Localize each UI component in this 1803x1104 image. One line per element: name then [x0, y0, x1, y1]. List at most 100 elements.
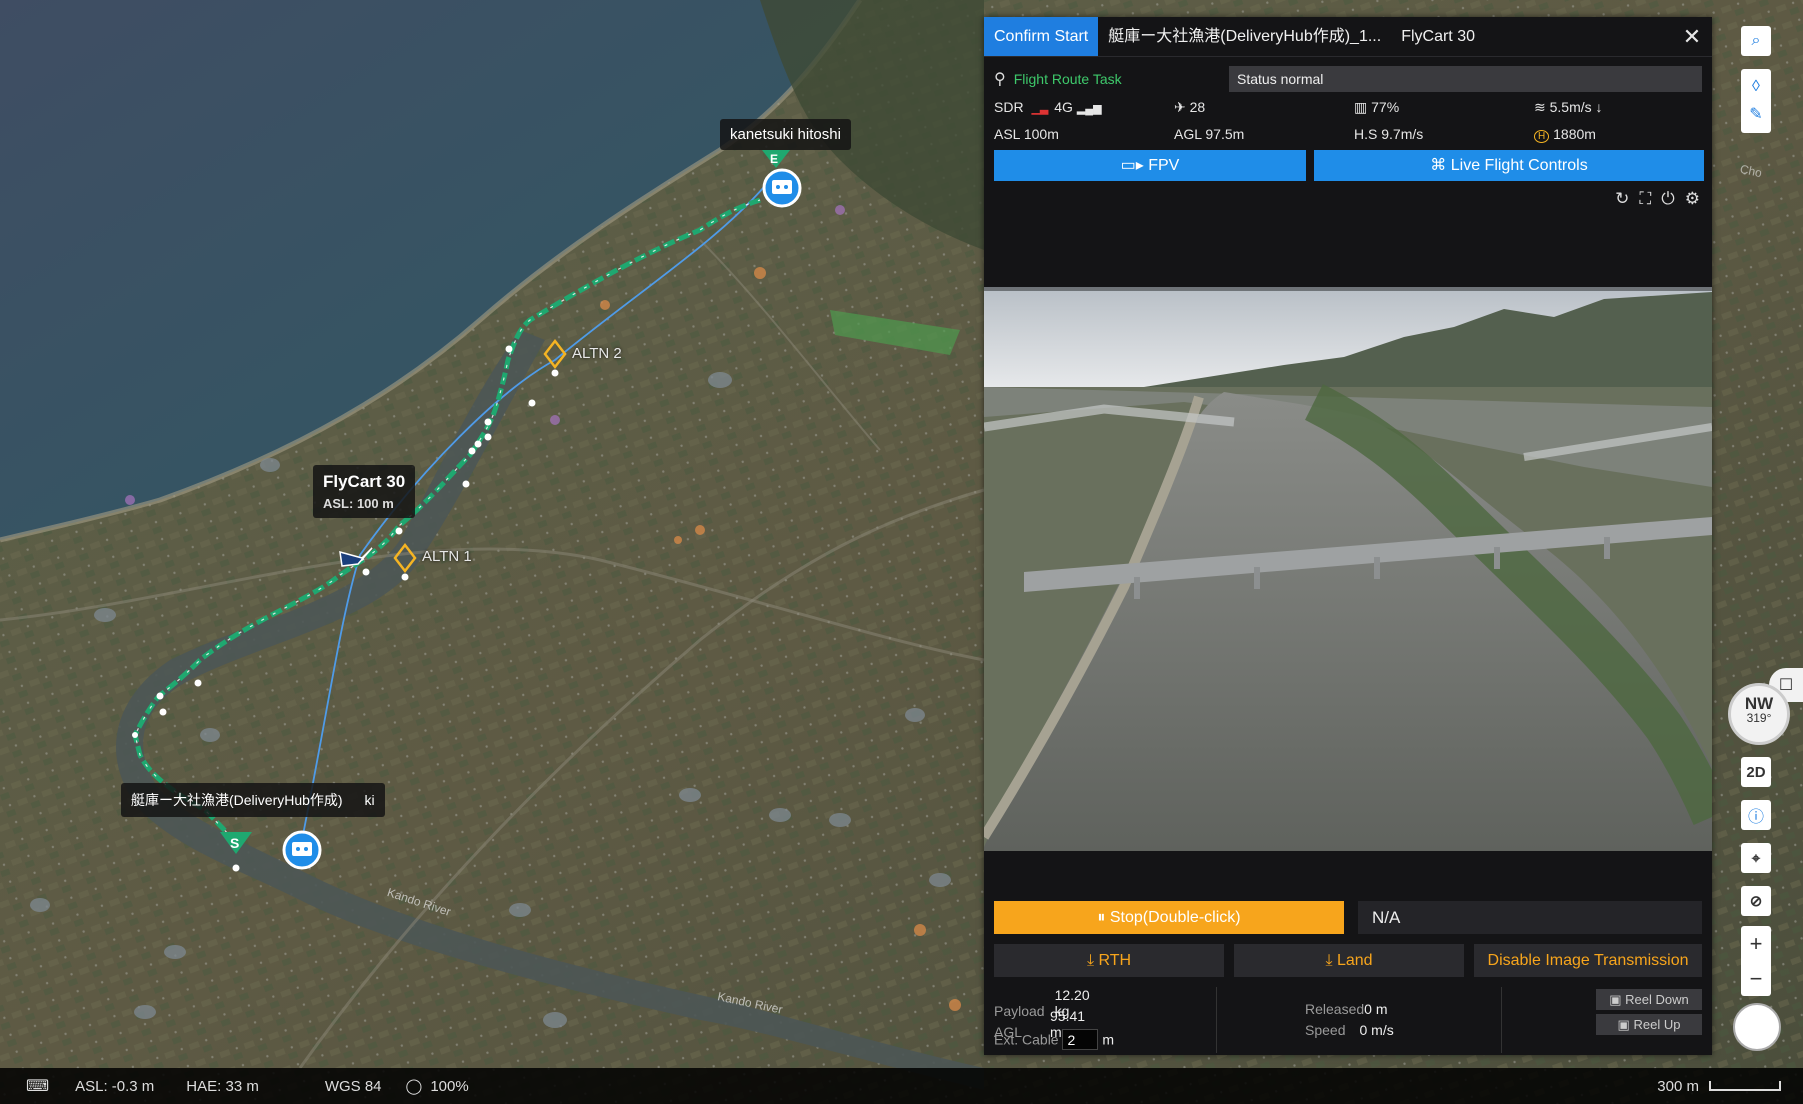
scale-label: 300 m: [1657, 1077, 1699, 1095]
status-badge: Status normal: [1229, 66, 1702, 92]
search-icon[interactable]: ⌕: [1741, 26, 1771, 56]
payload-info: Payload12.20 kg AGL95.41 m Ext. Cable m …: [994, 987, 1702, 1053]
satellite-icon: ✈: [1174, 99, 1186, 115]
vertical-speed-value: 5.5m/s: [1549, 99, 1592, 115]
ruler-icon[interactable]: ✎: [1749, 104, 1762, 124]
na-field: N/A: [1358, 901, 1702, 934]
compass-degrees: 319°: [1746, 711, 1772, 725]
hub-label-suffix: ki: [364, 792, 375, 808]
video-toolbar: ↻ ⛶ ⏻ ⚙: [984, 181, 1712, 281]
hub-label: 艇庫ー大社漁港(DeliveryHub作成) ki: [121, 783, 385, 817]
pilot-label: kanetsuki hitoshi: [720, 119, 851, 150]
annotation-tools: ◊ ✎: [1741, 69, 1771, 133]
live-flight-controls-button[interactable]: ⌘ Live Flight Controls: [1314, 150, 1704, 181]
stop-label: Stop(Double-click): [1109, 909, 1241, 926]
aircraft-name: FlyCart 30: [323, 472, 406, 491]
hs-value: H.S 9.7m/s: [1354, 126, 1424, 142]
close-icon[interactable]: ✕: [1672, 24, 1712, 50]
tab-aircraft[interactable]: FlyCart 30: [1391, 17, 1485, 56]
rth-icon: ⤓: [1086, 952, 1095, 969]
rth-label: RTH: [1098, 952, 1132, 969]
disable-image-transmission-button[interactable]: Disable Image Transmission: [1474, 944, 1702, 977]
end-marker-label: E: [770, 152, 778, 166]
battery-value: 77%: [1371, 99, 1400, 115]
opacity-icon[interactable]: ◯: [406, 1077, 423, 1095]
refresh-icon[interactable]: ↻: [1615, 189, 1629, 209]
home-distance-value: 1880m: [1553, 126, 1596, 142]
datum-label: WGS 84: [324, 1077, 382, 1095]
zoom-control: + −: [1741, 926, 1771, 996]
land-button[interactable]: ⤓ Land: [1234, 944, 1464, 977]
aircraft-label[interactable]: FlyCart 30 ASL: 100 m: [313, 465, 416, 518]
home-distance: H 1880m: [1534, 126, 1704, 143]
released-label: Released: [1305, 1001, 1365, 1017]
compass[interactable]: NW 319°: [1728, 683, 1790, 745]
altn1-label: ALTN 1: [422, 548, 472, 565]
rth-button[interactable]: ⤓ RTH: [994, 944, 1224, 977]
reel-down-button[interactable]: ▣ Reel Down: [1596, 989, 1702, 1010]
land-label: Land: [1336, 952, 1373, 969]
status-bar: ⌨ ASL: -0.3 m HAE: 33 m WGS 84 ◯ 100% 30…: [0, 1068, 1803, 1104]
tab-route-name[interactable]: 艇庫ー大社漁港(DeliveryHub作成)_1...: [1098, 17, 1391, 56]
network-label: 4G: [1054, 99, 1073, 115]
route-task-icon: ⚲: [994, 71, 1006, 88]
altn2-label: ALTN 2: [572, 345, 622, 362]
cable-label: Ext. Cable: [994, 1031, 1059, 1048]
view-2d-button[interactable]: 2D: [1741, 757, 1771, 787]
home-icon: H: [1534, 130, 1550, 143]
pin-icon[interactable]: ◊: [1752, 78, 1760, 96]
tab-confirm-start[interactable]: Confirm Start: [984, 17, 1099, 56]
control-area: ⏸ Stop(Double-click) N/A ⤓ RTH ⤓ Land Di…: [994, 901, 1702, 1053]
remote-controller-icon[interactable]: [762, 168, 802, 208]
battery-status: ▥ 77%: [1354, 99, 1534, 116]
map-style-button[interactable]: [1733, 1003, 1781, 1051]
start-marker-label: S: [230, 835, 239, 851]
reel-up-icon: ▣: [1617, 1017, 1630, 1032]
network-signal-icon: ▂▄▆: [1076, 103, 1102, 115]
scale-line: [1709, 1081, 1781, 1091]
pause-icon: ⏸: [1097, 909, 1106, 926]
aircraft-asl: ASL: 100 m: [323, 496, 394, 511]
wind-icon: ≋: [1534, 99, 1546, 115]
signal-icon: ▁▃: [1031, 103, 1049, 115]
link-status: SDR ▁▃ 4G ▂▄▆: [994, 99, 1174, 116]
hub-label-text: 艇庫ー大社漁港(DeliveryHub作成): [131, 792, 343, 808]
land-icon: ⤓: [1325, 952, 1333, 969]
asl-value: ASL 100m: [994, 126, 1059, 142]
opacity-value: 100%: [430, 1077, 469, 1095]
task-label: Flight Route Task: [1013, 71, 1122, 87]
task-type: ⚲ Flight Route Task: [994, 69, 1229, 89]
reel-up-label: Reel Up: [1633, 1017, 1681, 1032]
remote-controller-icon[interactable]: [282, 830, 322, 870]
flight-panel: Confirm Start 艇庫ー大社漁港(DeliveryHub作成)_1..…: [984, 17, 1712, 1055]
gear-icon[interactable]: ⚙: [1685, 189, 1700, 209]
info-icon[interactable]: ⓘ: [1741, 800, 1771, 830]
satellite-count: 28: [1189, 99, 1206, 115]
keyboard-icon[interactable]: ⌨: [26, 1076, 49, 1096]
ext-cable-input[interactable]: [1062, 1029, 1099, 1050]
joystick-icon: ⌘: [1430, 157, 1447, 174]
map-layer-icon[interactable]: ⊘: [1741, 886, 1771, 916]
scale-bar: 300 m: [1657, 1068, 1781, 1104]
fpv-button[interactable]: ▭▸ FPV: [994, 150, 1306, 181]
locate-icon[interactable]: ⌖: [1741, 843, 1771, 873]
telemetry-grid: SDR ▁▃ 4G ▂▄▆ ✈ 28 ▥ 77% ≋ 5.5m/s ↓ ASL …: [994, 99, 1712, 143]
agl-value: AGL 97.5m: [1174, 126, 1245, 142]
released-value: 0 m: [1364, 1001, 1388, 1017]
stop-button[interactable]: ⏸ Stop(Double-click): [994, 901, 1344, 934]
compass-direction: NW: [1744, 694, 1774, 713]
reel-down-icon: ▣: [1609, 992, 1622, 1007]
speed-value: 0 m/s: [1359, 1022, 1394, 1038]
zoom-in-button[interactable]: +: [1750, 931, 1763, 957]
panel-tabs: Confirm Start 艇庫ー大社漁港(DeliveryHub作成)_1..…: [984, 17, 1712, 57]
reel-down-label: Reel Down: [1625, 992, 1689, 1007]
power-icon[interactable]: ⏻: [1661, 189, 1674, 209]
sdr-label: SDR: [994, 99, 1024, 115]
video-feed[interactable]: [984, 287, 1712, 851]
speed-label: Speed: [1305, 1022, 1346, 1038]
reel-up-button[interactable]: ▣ Reel Up: [1596, 1014, 1702, 1035]
arrow-down-icon: ↓: [1595, 99, 1603, 115]
zoom-out-button[interactable]: −: [1750, 966, 1763, 992]
fullscreen-icon[interactable]: ⛶: [1639, 189, 1651, 209]
satellite-status: ✈ 28: [1174, 99, 1354, 116]
